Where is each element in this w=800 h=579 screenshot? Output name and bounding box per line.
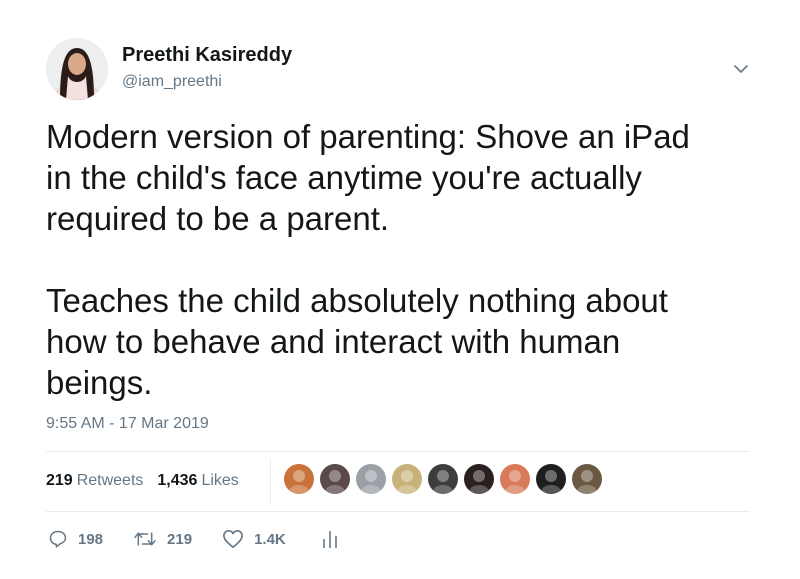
avatar-image xyxy=(46,38,108,100)
chevron-down-icon[interactable] xyxy=(730,60,752,78)
liker-avatar[interactable] xyxy=(392,464,422,494)
user-handle[interactable]: @iam_preethi xyxy=(122,73,222,91)
liker-avatar[interactable] xyxy=(572,464,602,494)
liker-avatar[interactable] xyxy=(356,464,386,494)
reply-count: 198 xyxy=(78,530,104,548)
liker-avatar[interactable] xyxy=(536,464,566,494)
divider-bottom xyxy=(46,511,750,512)
heart-icon xyxy=(223,530,243,548)
retweet-button[interactable]: 219 xyxy=(133,529,192,549)
likes-stat[interactable]: 1,436 Likes xyxy=(157,472,238,490)
likes-count: 1,436 xyxy=(157,472,198,489)
like-count: 1.4K xyxy=(254,530,286,548)
user-name[interactable]: Preethi Kasireddy xyxy=(122,44,292,67)
reply-icon xyxy=(49,530,67,548)
reply-button[interactable]: 198 xyxy=(48,529,103,549)
retweets-stat[interactable]: 219 Retweets xyxy=(46,472,143,490)
likes-label: Likes xyxy=(201,472,239,489)
analytics-icon xyxy=(322,531,337,548)
tweet-stats: 219 Retweets 1,436 Likes xyxy=(46,472,253,490)
liker-avatar[interactable] xyxy=(428,464,458,494)
like-button[interactable]: 1.4K xyxy=(222,529,286,549)
retweet-icon xyxy=(134,532,156,546)
retweets-count: 219 xyxy=(46,472,73,489)
liker-avatar[interactable] xyxy=(320,464,350,494)
retweet-count: 219 xyxy=(167,530,193,548)
analytics-button[interactable] xyxy=(322,528,348,550)
liker-avatar[interactable] xyxy=(284,464,314,494)
tweet-text: Modern version of parenting: Shove an iP… xyxy=(46,118,690,401)
divider-top xyxy=(46,451,750,452)
liker-avatar[interactable] xyxy=(464,464,494,494)
retweets-label: Retweets xyxy=(76,472,144,489)
tweet-timestamp[interactable]: 9:55 AM - 17 Mar 2019 xyxy=(46,415,209,433)
avatar[interactable] xyxy=(46,38,108,100)
liker-avatar[interactable] xyxy=(500,464,530,494)
liker-avatars xyxy=(284,464,608,494)
stats-separator xyxy=(270,458,271,504)
action-bar: 198 219 1.4K xyxy=(48,528,378,550)
